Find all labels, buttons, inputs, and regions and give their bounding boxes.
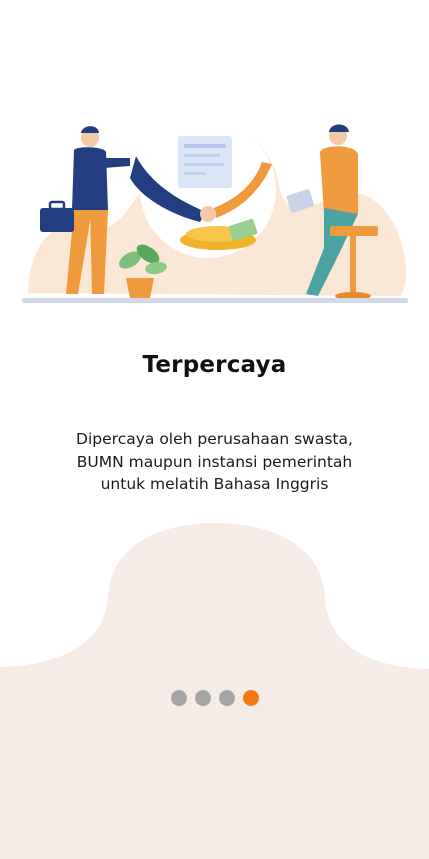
doc-line bbox=[184, 144, 226, 148]
page-dot-2[interactable] bbox=[194, 690, 211, 706]
doc-line bbox=[184, 172, 206, 175]
left-man-body bbox=[72, 147, 108, 210]
pagination-dots bbox=[0, 690, 429, 706]
right-person-body bbox=[320, 146, 358, 214]
onboarding-description: Dipercaya oleh perusahaan swasta, BUMN m… bbox=[60, 428, 369, 496]
description-line: untuk melatih Bahasa Inggris bbox=[100, 475, 329, 493]
ground-line bbox=[22, 298, 408, 303]
description-line: Dipercaya oleh perusahaan swasta, bbox=[76, 430, 353, 448]
decorative-bottom-shape bbox=[0, 523, 429, 859]
briefcase-icon bbox=[40, 208, 74, 232]
plant-pot bbox=[126, 278, 154, 298]
document-card bbox=[178, 136, 232, 188]
right-person-hair bbox=[329, 124, 349, 132]
left-man-hair bbox=[81, 126, 99, 133]
page-dot-1[interactable] bbox=[170, 690, 187, 706]
handshake-illustration bbox=[22, 122, 408, 303]
onboarding-screen: Terpercaya Dipercaya oleh perusahaan swa… bbox=[0, 0, 429, 859]
left-man-arm bbox=[104, 158, 130, 168]
description-line: BUMN maupun instansi pemerintah bbox=[76, 452, 353, 471]
stool-leg bbox=[350, 236, 356, 294]
page-dot-4-active[interactable] bbox=[242, 690, 259, 706]
shaking-hands bbox=[200, 206, 216, 222]
page-dot-3[interactable] bbox=[218, 690, 235, 706]
doc-line bbox=[184, 163, 224, 166]
briefcase-handle bbox=[48, 200, 66, 211]
onboarding-title: Terpercaya bbox=[142, 352, 287, 378]
stool bbox=[330, 226, 378, 236]
doc-line bbox=[184, 154, 220, 157]
